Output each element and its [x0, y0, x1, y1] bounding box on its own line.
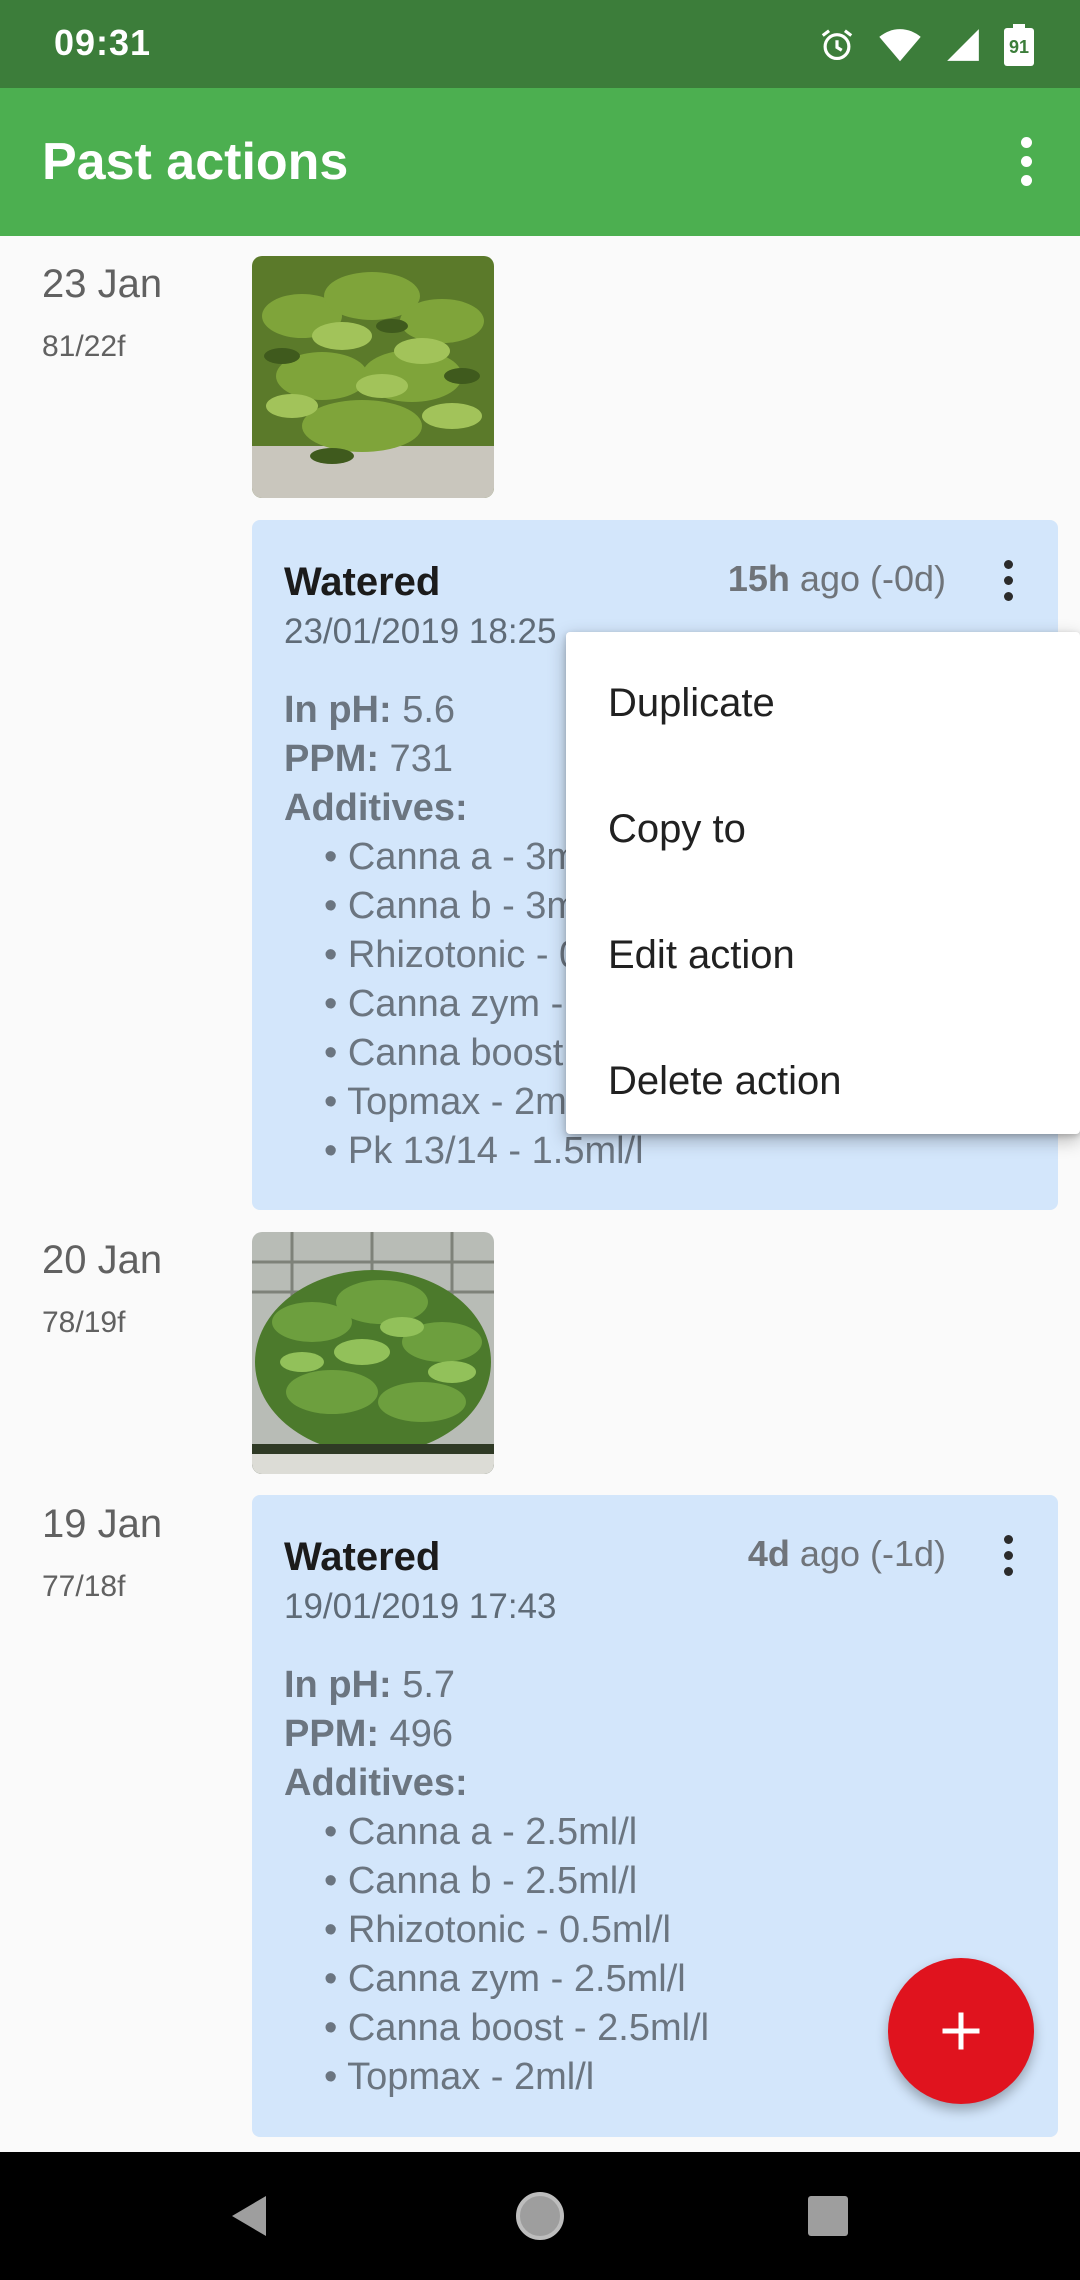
ph-value: 5.7 [391, 1664, 456, 1706]
additive-item: • Topmax - 2ml/l [324, 2056, 595, 2098]
recents-icon[interactable] [768, 2152, 888, 2280]
ph-line: In pH: 5.7 [284, 1661, 709, 1710]
ppm-value: 496 [379, 1713, 453, 1755]
more-vert-icon[interactable] [988, 550, 1028, 610]
back-icon[interactable] [188, 2152, 308, 2280]
wifi-icon [879, 29, 921, 62]
menu-item-duplicate[interactable]: Duplicate [566, 640, 1080, 766]
timeline-subdate: 77/18f [42, 1570, 126, 1603]
signal-icon [947, 29, 979, 61]
action-datetime: 19/01/2019 17:43 [284, 1587, 557, 1626]
status-time: 09:31 [54, 22, 152, 63]
ago-rest: ago (-1d) [789, 1533, 946, 1574]
page-title: Past actions [42, 133, 349, 191]
timeline-date: 23 Jan [42, 262, 163, 306]
ph-value: 5.6 [391, 689, 456, 731]
timeline-date: 20 Jan [42, 1238, 163, 1282]
battery-icon: 91 [1004, 24, 1034, 66]
more-vert-icon[interactable] [988, 1525, 1028, 1585]
ppm-label: PPM: [284, 738, 379, 780]
ago-value: 4d [747, 1533, 790, 1574]
action-details: In pH: 5.7 PPM: 496 Additives: • Canna a… [284, 1661, 709, 2102]
timeline-subdate: 81/22f [42, 330, 126, 363]
additive-item: • Canna a - 2.5ml/l [324, 1811, 638, 1853]
menu-item-edit-action[interactable]: Edit action [566, 892, 1080, 1018]
plus-icon [942, 2012, 980, 2050]
ago-rest: ago (-0d) [789, 558, 946, 599]
additives-label: Additives: [284, 1762, 468, 1804]
plant-photo[interactable] [252, 1232, 494, 1474]
ppm-label: PPM: [284, 1713, 379, 1755]
ppm-value: 731 [379, 738, 453, 780]
action-datetime: 23/01/2019 18:25 [284, 612, 557, 651]
additive-item: • Canna b - 2.5ml/l [324, 1860, 638, 1902]
alarm-icon [821, 29, 853, 61]
action-ago: 15h ago (-0d) [728, 558, 946, 600]
app-bar: Past actions [0, 88, 1080, 236]
status-icons: 91 [818, 24, 1034, 66]
menu-item-delete-action[interactable]: Delete action [566, 1018, 1080, 1144]
ph-label: In pH: [284, 1664, 392, 1706]
action-title: Watered [284, 560, 441, 604]
ago-value: 15h [727, 558, 790, 599]
more-vert-icon[interactable] [996, 126, 1056, 196]
battery-level: 91 [1004, 28, 1034, 66]
add-action-button[interactable] [888, 1958, 1034, 2104]
action-title: Watered [284, 1535, 441, 1579]
status-bar: 09:31 91 [0, 0, 1080, 88]
additive-item: • Canna zym - 2.5ml/l [324, 1958, 686, 2000]
additive-item: • Canna boost - 2.5ml/l [324, 2007, 710, 2049]
action-ago: 4d ago (-1d) [748, 1533, 946, 1575]
timeline-date: 19 Jan [42, 1502, 163, 1546]
action-popup-menu: Duplicate Copy to Edit action Delete act… [566, 632, 1080, 1134]
additive-item: • Rhizotonic - 0.5ml/l [324, 1909, 671, 1951]
timeline-subdate: 78/19f [42, 1306, 126, 1339]
ph-label: In pH: [284, 689, 392, 731]
menu-item-copy-to[interactable]: Copy to [566, 766, 1080, 892]
plant-photo[interactable] [252, 256, 494, 498]
home-icon[interactable] [480, 2152, 600, 2280]
ppm-line: PPM: 496 [284, 1710, 709, 1759]
system-nav-bar [0, 2152, 1080, 2280]
